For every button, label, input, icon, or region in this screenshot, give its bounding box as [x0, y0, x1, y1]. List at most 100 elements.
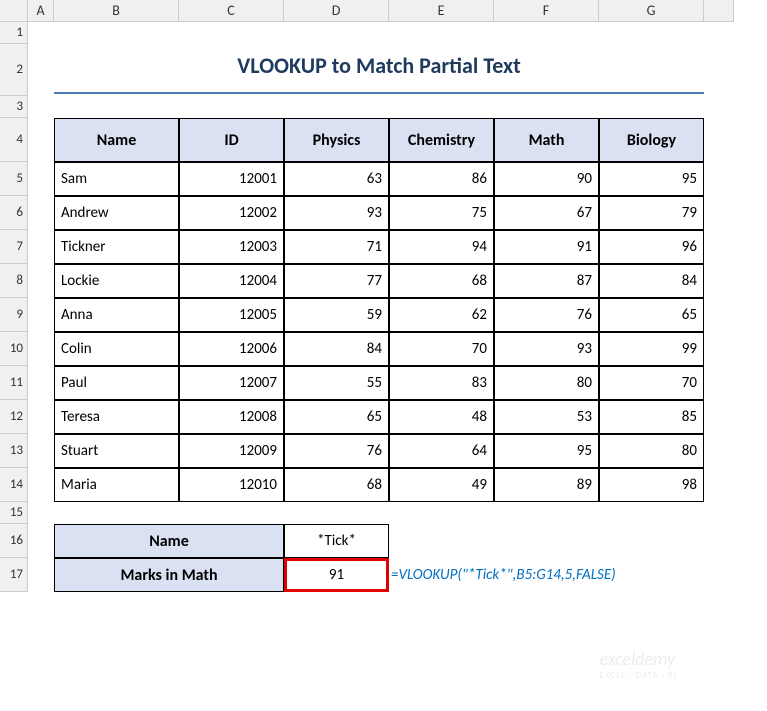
cell[interactable]: 91 [494, 230, 599, 264]
col-id[interactable]: ID [179, 118, 284, 162]
col-physics[interactable]: Physics [284, 118, 389, 162]
lookup-result-cell[interactable]: 91 [284, 558, 389, 592]
watermark: exceldemy EXCEL · DATA · BI [600, 648, 677, 681]
row-header[interactable]: 13 [0, 434, 28, 468]
cell[interactable]: 68 [389, 264, 494, 298]
cell[interactable]: 77 [284, 264, 389, 298]
row-header[interactable]: 17 [0, 558, 28, 592]
cell[interactable]: 85 [599, 400, 704, 434]
lookup-marks-label[interactable]: Marks in Math [54, 558, 284, 592]
cell[interactable]: 64 [389, 434, 494, 468]
row-header[interactable]: 5 [0, 162, 28, 196]
cell[interactable]: 65 [599, 298, 704, 332]
cell[interactable]: 48 [389, 400, 494, 434]
col-header-ext[interactable] [704, 0, 734, 22]
cell[interactable]: 95 [599, 162, 704, 196]
cell[interactable]: Sam [54, 162, 179, 196]
row-header[interactable]: 8 [0, 264, 28, 298]
cell[interactable]: 95 [494, 434, 599, 468]
cell[interactable]: 62 [389, 298, 494, 332]
spreadsheet[interactable]: A B C D E F G 1 2 VLOOKUP to Match Parti… [0, 0, 767, 632]
row-header[interactable]: 7 [0, 230, 28, 264]
cell[interactable]: 87 [494, 264, 599, 298]
cell[interactable]: 84 [284, 332, 389, 366]
cell[interactable]: 12001 [179, 162, 284, 196]
cell[interactable]: 84 [599, 264, 704, 298]
cell[interactable]: 93 [494, 332, 599, 366]
cell[interactable]: 76 [494, 298, 599, 332]
cell[interactable]: 94 [389, 230, 494, 264]
lookup-name-value[interactable]: *Tick* [284, 524, 389, 558]
col-header-F[interactable]: F [494, 0, 599, 22]
row-header[interactable]: 6 [0, 196, 28, 230]
cell[interactable]: 83 [389, 366, 494, 400]
row-header[interactable]: 3 [0, 96, 28, 118]
col-chemistry[interactable]: Chemistry [389, 118, 494, 162]
cell[interactable]: 67 [494, 196, 599, 230]
cell[interactable]: 12007 [179, 366, 284, 400]
row-header[interactable]: 16 [0, 524, 28, 558]
cell[interactable]: 12010 [179, 468, 284, 502]
cell[interactable]: 12006 [179, 332, 284, 366]
cell[interactable]: 76 [284, 434, 389, 468]
page-title: VLOOKUP to Match Partial Text [54, 44, 704, 94]
cell[interactable]: 70 [389, 332, 494, 366]
col-biology[interactable]: Biology [599, 118, 704, 162]
cell[interactable]: 75 [389, 196, 494, 230]
row-header[interactable]: 14 [0, 468, 28, 502]
row-header[interactable]: 1 [0, 22, 28, 44]
cell[interactable]: Colin [54, 332, 179, 366]
row-header[interactable]: 12 [0, 400, 28, 434]
row-header[interactable]: 10 [0, 332, 28, 366]
cell[interactable]: 99 [599, 332, 704, 366]
cell[interactable]: 89 [494, 468, 599, 502]
cell[interactable]: 53 [494, 400, 599, 434]
cell[interactable]: 79 [599, 196, 704, 230]
col-header-B[interactable]: B [54, 0, 179, 22]
cell[interactable]: 71 [284, 230, 389, 264]
formula-text: =VLOOKUP("*Tick*",B5:G14,5,FALSE) [389, 558, 734, 592]
cell[interactable]: 12009 [179, 434, 284, 468]
cell[interactable]: Anna [54, 298, 179, 332]
cell[interactable]: Tickner [54, 230, 179, 264]
cell[interactable]: 12004 [179, 264, 284, 298]
col-header-E[interactable]: E [389, 0, 494, 22]
cell[interactable]: 98 [599, 468, 704, 502]
cell[interactable]: 70 [599, 366, 704, 400]
row-header[interactable]: 11 [0, 366, 28, 400]
cell[interactable]: 93 [284, 196, 389, 230]
cell[interactable]: 49 [389, 468, 494, 502]
cell[interactable]: 96 [599, 230, 704, 264]
row-header[interactable]: 9 [0, 298, 28, 332]
cell[interactable]: 12003 [179, 230, 284, 264]
col-header-G[interactable]: G [599, 0, 704, 22]
cell[interactable]: 12008 [179, 400, 284, 434]
lookup-name-label[interactable]: Name [54, 524, 284, 558]
cell[interactable]: 90 [494, 162, 599, 196]
row-header[interactable]: 2 [0, 44, 28, 96]
row-header[interactable]: 15 [0, 502, 28, 524]
cell[interactable]: 65 [284, 400, 389, 434]
cell[interactable]: 12005 [179, 298, 284, 332]
cell[interactable]: Paul [54, 366, 179, 400]
cell[interactable]: 80 [599, 434, 704, 468]
col-header-D[interactable]: D [284, 0, 389, 22]
cell[interactable]: Maria [54, 468, 179, 502]
col-name[interactable]: Name [54, 118, 179, 162]
col-math[interactable]: Math [494, 118, 599, 162]
col-header-A[interactable]: A [28, 0, 54, 22]
col-header-C[interactable]: C [179, 0, 284, 22]
cell[interactable]: 80 [494, 366, 599, 400]
cell[interactable]: 63 [284, 162, 389, 196]
cell[interactable]: 12002 [179, 196, 284, 230]
cell[interactable]: 68 [284, 468, 389, 502]
row-header[interactable]: 4 [0, 118, 28, 162]
cell[interactable]: Andrew [54, 196, 179, 230]
corner-cell[interactable] [0, 0, 28, 22]
cell[interactable]: Teresa [54, 400, 179, 434]
cell[interactable]: 59 [284, 298, 389, 332]
cell[interactable]: 55 [284, 366, 389, 400]
cell[interactable]: Lockie [54, 264, 179, 298]
cell[interactable]: Stuart [54, 434, 179, 468]
cell[interactable]: 86 [389, 162, 494, 196]
